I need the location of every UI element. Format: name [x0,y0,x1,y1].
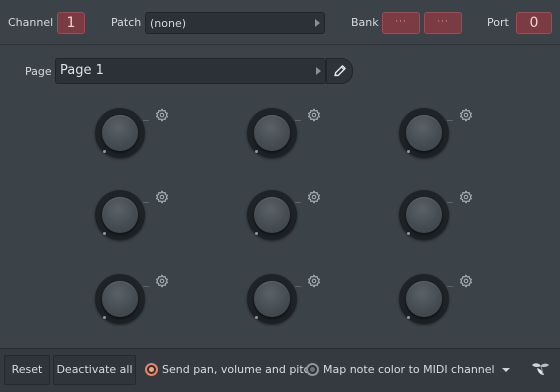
knob-cap [102,115,138,151]
knob-cap [254,115,290,151]
knob-r2-c1[interactable] [95,190,159,254]
bank-label: Bank [351,16,379,29]
knob-cap [406,197,442,233]
knob-indicator [103,150,106,153]
send-pan-volume-pitch-radio[interactable] [145,363,158,376]
gear-icon[interactable] [459,107,473,122]
gear-icon[interactable] [307,189,321,204]
knob-r3-c3[interactable] [399,274,463,338]
knob-indicator [407,316,410,319]
knob-cap [254,281,290,317]
gear-icon[interactable] [307,273,321,288]
knob-r3-c2[interactable] [247,274,311,338]
patch-label: Patch [111,16,142,29]
knob-r2-c2[interactable] [247,190,311,254]
knob-tick [447,286,453,287]
knob-tick [143,120,149,121]
gear-icon[interactable] [155,273,169,288]
knob-cap [254,197,290,233]
port-value[interactable]: 0 [516,12,552,34]
map-note-color-label: Map note color to MIDI channel [323,363,495,376]
knob-r1-c3[interactable] [399,108,463,172]
page-label: Page [25,65,52,78]
gear-icon[interactable] [459,273,473,288]
gear-icon[interactable] [155,107,169,122]
gear-icon[interactable] [307,107,321,122]
page-arrow-icon [316,67,321,75]
knob-indicator [255,150,258,153]
knob-tick [143,202,149,203]
knob-indicator [255,316,258,319]
pencil-icon [334,65,346,77]
chevron-down-icon[interactable] [500,365,512,375]
knob-cap [102,197,138,233]
knob-indicator [103,232,106,235]
knob-tick [447,202,453,203]
knob-r2-c3[interactable] [399,190,463,254]
page-select[interactable]: Page 1 [55,58,326,84]
channel-value[interactable]: 1 [57,12,85,34]
bank-lsb-value[interactable]: ··· [424,12,462,34]
knob-indicator [103,316,106,319]
edit-page-button[interactable] [326,58,353,84]
deactivate-all-button[interactable]: Deactivate all [53,355,136,385]
patch-select[interactable]: (none) [145,12,325,34]
knob-indicator [407,232,410,235]
knob-cap [406,115,442,151]
map-note-color-radio[interactable] [306,363,319,376]
reset-button[interactable]: Reset [4,355,50,385]
gear-icon[interactable] [155,189,169,204]
page-value: Page 1 [60,63,104,78]
knob-r1-c2[interactable] [247,108,311,172]
knob-tick [447,120,453,121]
knob-tick [143,286,149,287]
knob-tick [295,120,301,121]
knob-cap [406,281,442,317]
channel-label: Channel [8,16,54,29]
knob-r3-c1[interactable] [95,274,159,338]
knob-r1-c1[interactable] [95,108,159,172]
gear-icon[interactable] [459,189,473,204]
send-pan-volume-pitch-label: Send pan, volume and pitch [162,363,317,376]
knob-tick [295,286,301,287]
bank-msb-value[interactable]: ··· [382,12,420,34]
patch-arrow-icon [315,19,320,27]
knob-tick [295,202,301,203]
port-label: Port [487,16,509,29]
knob-cap [102,281,138,317]
patch-value: (none) [150,17,187,30]
knob-indicator [255,232,258,235]
knob-indicator [407,150,410,153]
fruit-icon[interactable] [529,359,551,379]
